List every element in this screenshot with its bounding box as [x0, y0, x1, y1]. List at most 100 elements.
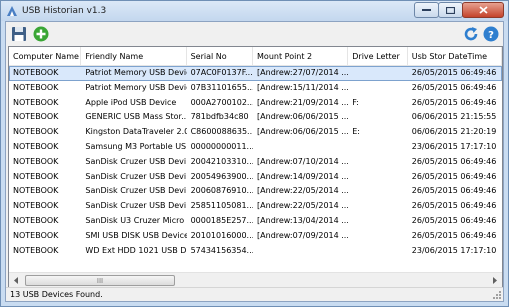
cell-mount-point-2: [Andrew:07/09/2014 ... — [257, 230, 349, 240]
arrow-left-icon — [14, 277, 18, 284]
help-icon: ? — [483, 26, 499, 42]
cell-mount-point-2: [Andrew:13/04/2014 ... — [257, 215, 349, 225]
floppy-disk-icon — [12, 27, 26, 41]
scroll-left-button[interactable] — [9, 273, 24, 287]
minimize-button[interactable] — [414, 2, 439, 18]
table-body: NOTEBOOK Patriot Memory USB Device 07AC0F0… — [9, 66, 502, 258]
cell-mount-point-2: [Andrew:22/05/2014 ... — [257, 201, 349, 211]
cell-mount-point-2: [Andrew:14/09/2014 ... — [257, 171, 349, 181]
cell-friendly-name: Patriot Memory USB Device — [85, 82, 187, 92]
cell-friendly-name: WD Ext HDD 1021 USB D... — [85, 245, 187, 255]
cell-usb-stor-datetime: 06/06/2015 21:20:19 — [411, 127, 497, 137]
cell-computer-name: NOTEBOOK — [13, 201, 59, 211]
cell-serial-no: C8600088635... — [190, 127, 254, 137]
cell-drive-letter — [348, 140, 408, 155]
arrow-right-icon — [493, 277, 497, 284]
cell-usb-stor-datetime: 26/05/2015 06:49:46 — [411, 201, 497, 211]
column-header-friendly-name[interactable]: Friendly Name — [81, 47, 187, 66]
table-row[interactable]: NOTEBOOK SanDisk Cruzer USB Devi... 200608… — [9, 184, 502, 199]
table-row[interactable]: NOTEBOOK SanDisk U3 Cruzer Micro ... 00001… — [9, 214, 502, 229]
table-row[interactable]: NOTEBOOK GENERIC USB Mass Stor... 781bdfb3… — [9, 110, 502, 125]
scrollbar-thumb[interactable]: III — [25, 275, 175, 286]
help-button[interactable]: ? — [482, 25, 500, 43]
table-row[interactable]: NOTEBOOK Patriot Memory USB Device 07AC0F0… — [9, 66, 502, 81]
cell-mount-point-2: [Andrew:06/06/2015 ... — [257, 127, 349, 137]
cell-friendly-name: GENERIC USB Mass Stor... — [85, 112, 187, 122]
cell-serial-no: 00000000011... — [190, 141, 254, 151]
table-row[interactable]: NOTEBOOK Apple iPod USB Device 000A2700102… — [9, 96, 502, 111]
close-button[interactable] — [462, 2, 504, 18]
toolbar: ? — [6, 22, 503, 46]
cell-mount-point-2: [Andrew:27/07/2014 ... — [257, 68, 349, 77]
cell-friendly-name: Apple iPod USB Device — [85, 97, 177, 107]
cell-usb-stor-datetime: 26/05/2015 06:49:46 — [411, 215, 497, 225]
cell-friendly-name: SanDisk Cruzer USB Devi... — [85, 186, 187, 196]
add-button[interactable] — [32, 25, 50, 43]
cell-friendly-name: SanDisk Cruzer USB Devi... — [85, 171, 187, 181]
maximize-icon — [446, 6, 455, 14]
cell-mount-point-2: [Andrew:15/11/2014 ... — [257, 82, 349, 92]
cell-computer-name: NOTEBOOK — [13, 156, 59, 166]
table-row[interactable]: NOTEBOOK SMI USB DISK USB Device 201010160… — [9, 229, 502, 244]
cell-computer-name: NOTEBOOK — [13, 112, 59, 122]
column-header-usb-stor-datetime[interactable]: Usb Stor DateTime — [408, 47, 502, 66]
cell-computer-name: NOTEBOOK — [13, 82, 59, 92]
cell-usb-stor-datetime: 26/05/2015 06:49:46 — [411, 186, 497, 196]
horizontal-scrollbar[interactable]: III — [9, 272, 502, 287]
table-row[interactable]: NOTEBOOK Patriot Memory USB Device 07B3110… — [9, 81, 502, 96]
column-header-serial-no[interactable]: Serial No — [187, 47, 254, 66]
cell-drive-letter — [348, 66, 408, 81]
table-row[interactable]: NOTEBOOK SanDisk Cruzer USB Devi... 200421… — [9, 155, 502, 170]
cell-usb-stor-datetime: 23/06/2015 17:17:10 — [411, 245, 497, 255]
cell-serial-no: 20042103310... — [190, 156, 254, 166]
cell-usb-stor-datetime: 06/06/2015 21:15:55 — [411, 112, 497, 122]
column-header-computer-name[interactable]: Computer Name — [9, 47, 82, 66]
cell-usb-stor-datetime: 26/05/2015 06:49:46 — [411, 97, 497, 107]
cell-computer-name: NOTEBOOK — [13, 97, 59, 107]
table-header: Computer Name Friendly Name Serial No Mo… — [9, 47, 502, 66]
cell-usb-stor-datetime: 26/05/2015 06:49:46 — [411, 171, 497, 181]
scrollbar-thumb-grip: III — [96, 276, 104, 285]
cell-usb-stor-datetime: 26/05/2015 06:49:46 — [411, 156, 497, 166]
scroll-right-button[interactable] — [487, 273, 502, 287]
status-text: 13 USB Devices Found. — [10, 290, 103, 299]
cell-friendly-name: Kingston DataTraveler 2.0 ... — [85, 127, 186, 137]
cell-drive-letter — [348, 244, 408, 259]
resize-grip-icon[interactable] — [492, 290, 502, 300]
cell-computer-name: NOTEBOOK — [13, 215, 59, 225]
cell-drive-letter — [348, 184, 408, 199]
cell-usb-stor-datetime: 23/06/2015 17:17:10 — [411, 141, 497, 151]
cell-friendly-name: SMI USB DISK USB Device — [85, 230, 187, 240]
cell-computer-name: NOTEBOOK — [13, 127, 59, 137]
svg-text:?: ? — [488, 30, 494, 41]
save-button[interactable] — [10, 25, 28, 43]
table-row[interactable]: NOTEBOOK SanDisk Cruzer USB Devi... 258511… — [9, 199, 502, 214]
cell-mount-point-2: [Andrew:21/09/2014 ... — [257, 97, 349, 107]
cell-friendly-name: Patriot Memory USB Device — [85, 68, 187, 77]
cell-usb-stor-datetime: 26/05/2015 06:49:46 — [411, 230, 497, 240]
cell-computer-name: NOTEBOOK — [13, 171, 59, 181]
green-plus-icon — [33, 26, 49, 42]
window-controls — [414, 2, 504, 18]
table-row[interactable]: NOTEBOOK Samsung M3 Portable US... 0000000… — [9, 140, 502, 155]
column-header-drive-letter[interactable]: Drive Letter — [348, 47, 408, 66]
refresh-button[interactable] — [462, 25, 480, 43]
cell-drive-letter — [348, 170, 408, 185]
cell-serial-no: 0000185E257... — [190, 215, 254, 225]
cell-drive-letter — [348, 81, 408, 96]
cell-mount-point-2 — [253, 140, 348, 155]
cell-mount-point-2 — [253, 244, 348, 259]
table-row[interactable]: NOTEBOOK WD Ext HDD 1021 USB D... 57434156… — [9, 244, 502, 259]
status-bar: 13 USB Devices Found. — [6, 287, 503, 301]
maximize-button[interactable] — [438, 2, 463, 18]
cell-serial-no: 57434156354... — [190, 245, 254, 255]
table-row[interactable]: NOTEBOOK Kingston DataTraveler 2.0 ... C86… — [9, 125, 502, 140]
title-bar[interactable]: USB Historian v1.3 — [1, 1, 508, 21]
table-row[interactable]: NOTEBOOK SanDisk Cruzer USB Devi... 200549… — [9, 170, 502, 185]
usb-device-table[interactable]: Computer Name Friendly Name Serial No Mo… — [8, 46, 503, 288]
cell-friendly-name: SanDisk Cruzer USB Devi... — [85, 201, 187, 211]
app-window: USB Historian v1.3 ? Computer Name Frien… — [0, 0, 509, 307]
cell-computer-name: NOTEBOOK — [13, 245, 59, 255]
column-header-mount-point-2[interactable]: Mount Point 2 — [253, 47, 349, 66]
cell-drive-letter: F: — [352, 97, 359, 107]
